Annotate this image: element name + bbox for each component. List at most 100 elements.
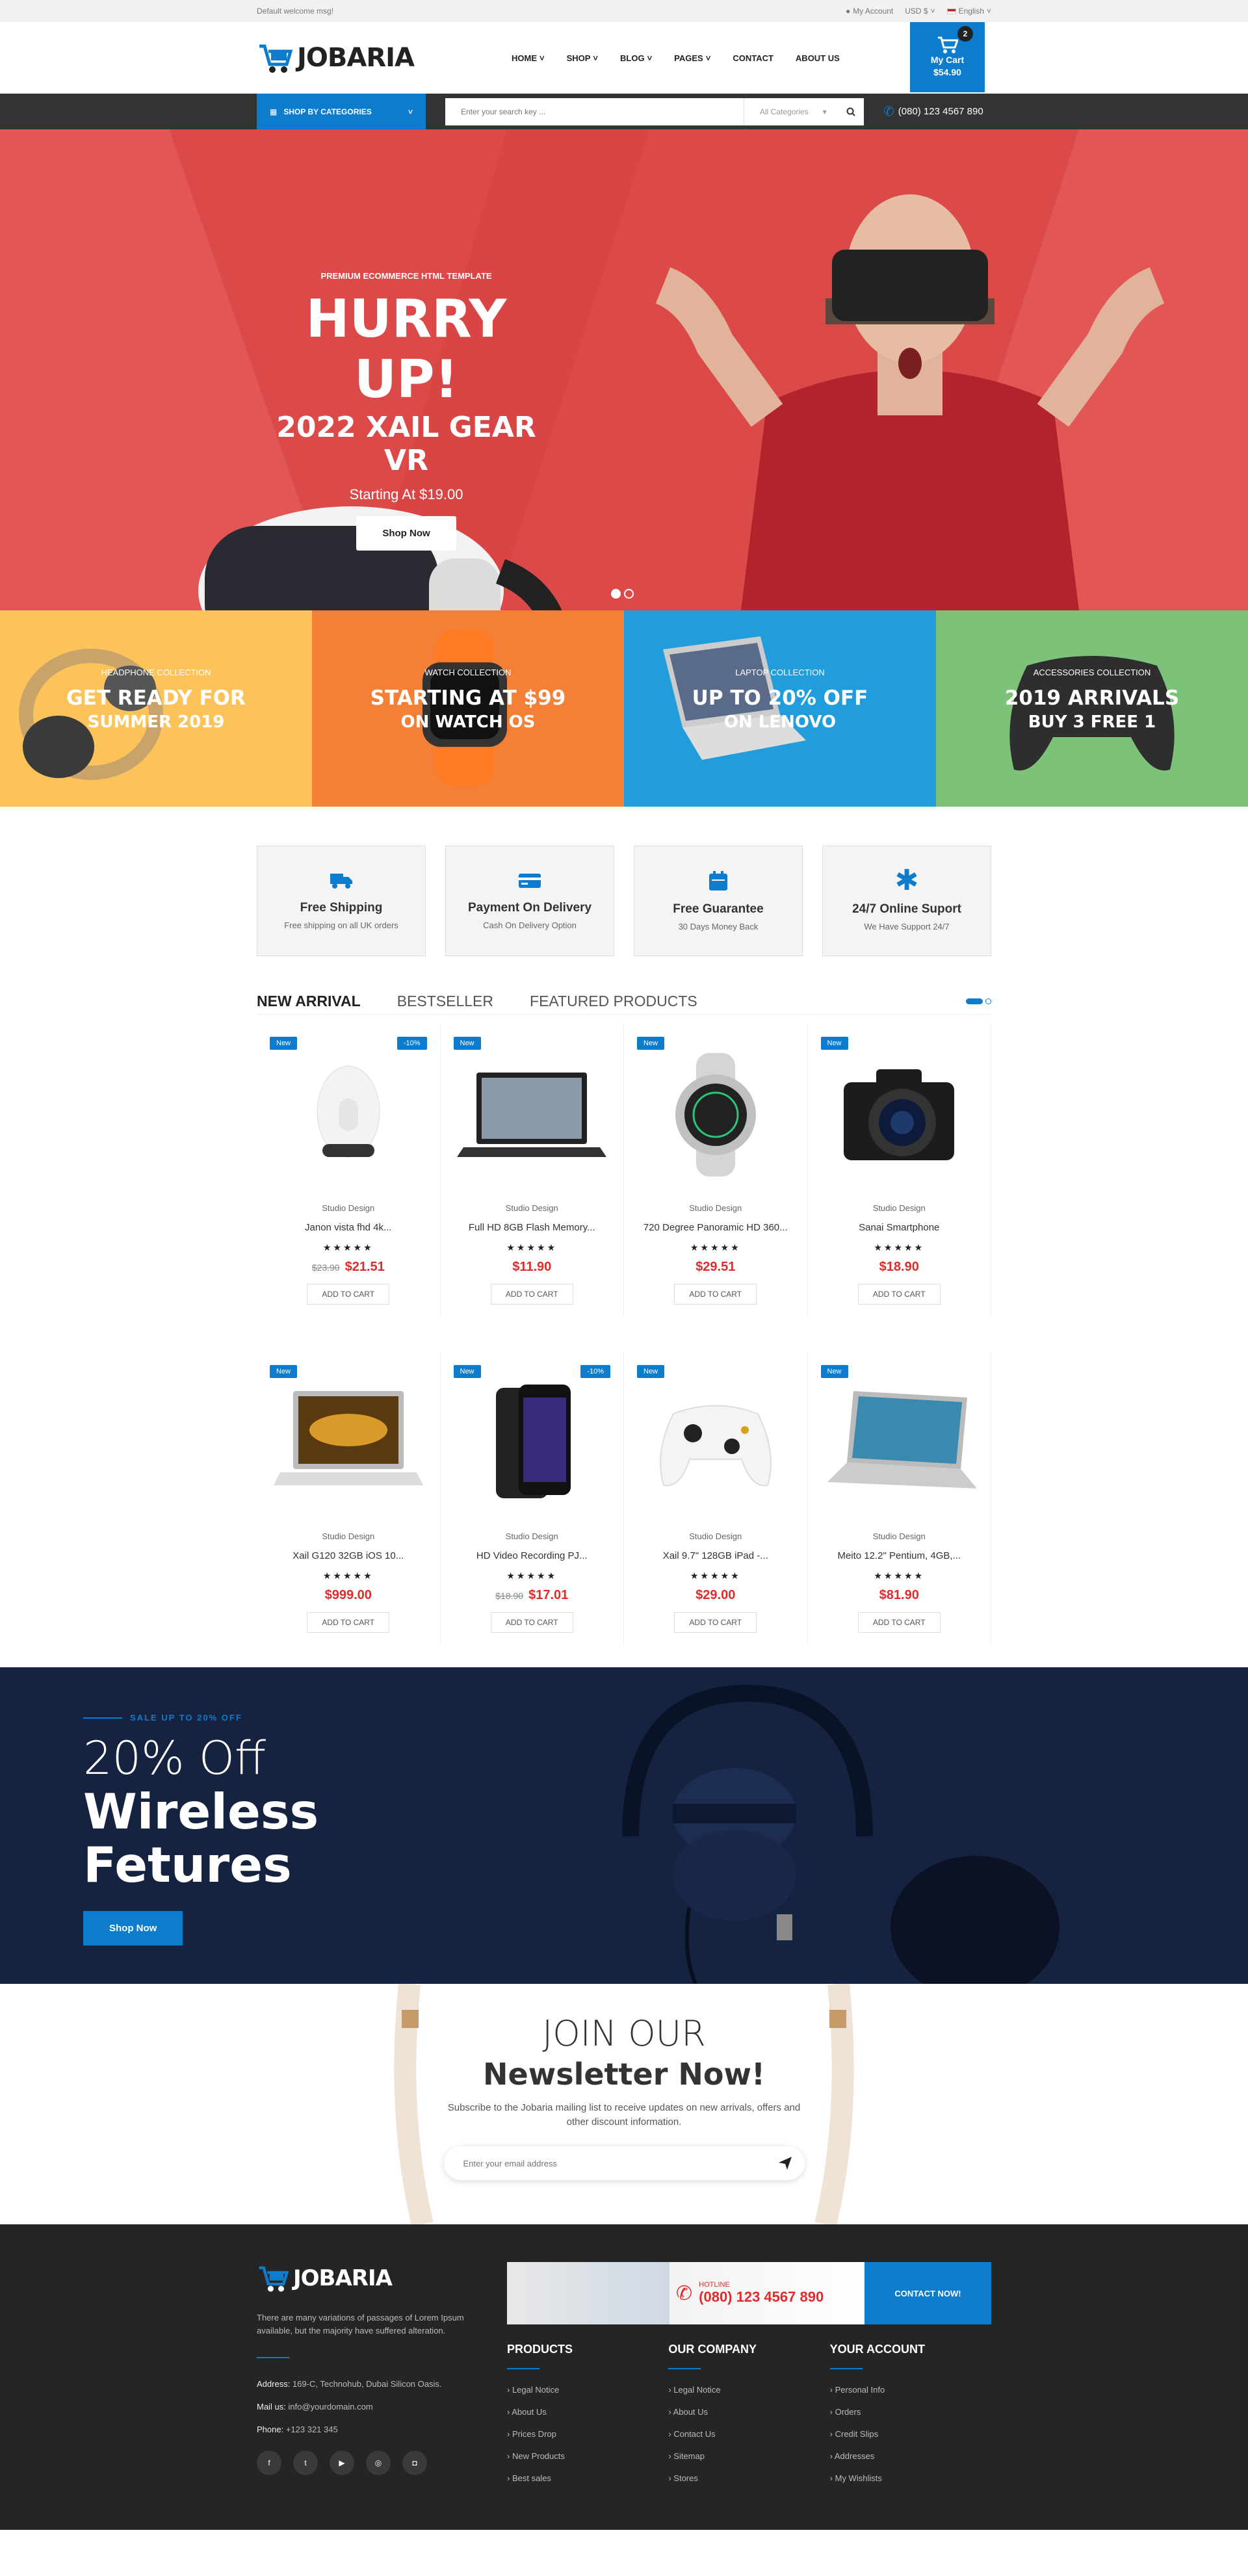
product-name[interactable]: Meito 12.2" Pentium, 4GB,... [808, 1550, 991, 1561]
promo-watch[interactable]: WATCH COLLECTION STARTING AT $99 ON WATC… [312, 610, 624, 807]
product-price: $17.01 [528, 1588, 569, 1602]
product-card[interactable]: New Studio Design 720 Degree Panoramic H… [624, 1024, 808, 1316]
footer-link[interactable]: New Products [507, 2451, 668, 2461]
promo-laptop[interactable]: LAPTOP COLLECTION UP TO 20% OFF ON LENOV… [624, 610, 936, 807]
language-select[interactable]: English ˅ [946, 7, 991, 16]
footer-link[interactable]: About Us [668, 2407, 829, 2417]
add-to-cart-button[interactable]: ADD TO CART [307, 1284, 390, 1305]
dribbble-icon[interactable]: ◎ [366, 2451, 391, 2475]
product-card[interactable]: New -10% Studio Design HD Video Recordin… [441, 1352, 624, 1645]
footer-link[interactable]: Legal Notice [507, 2385, 668, 2395]
product-rating: ★★★★★ [506, 1242, 558, 1253]
category-select[interactable]: All Categories ▾ [744, 98, 838, 125]
nav-about-us[interactable]: ABOUT US [796, 53, 840, 63]
tab-bestseller[interactable]: BESTSELLER [397, 993, 493, 1010]
email-input[interactable] [443, 2158, 766, 2168]
add-to-cart-button[interactable]: ADD TO CART [674, 1284, 757, 1305]
add-to-cart-button[interactable]: ADD TO CART [490, 1612, 573, 1633]
product-card[interactable]: New Studio Design Sanai Smartphone ★★★★★… [808, 1024, 991, 1316]
asterisk-icon: ✱ [894, 864, 919, 896]
nav-contact[interactable]: CONTACT [733, 53, 774, 63]
nav-shop[interactable]: SHOP ˅ [567, 53, 598, 63]
footer-phone: Phone: +123 321 345 [257, 2425, 338, 2434]
slider-dot[interactable] [611, 589, 621, 599]
add-to-cart-button[interactable]: ADD TO CART [674, 1612, 757, 1633]
footer-link[interactable]: About Us [507, 2407, 668, 2417]
add-to-cart-button[interactable]: ADD TO CART [490, 1284, 573, 1305]
promo-banners: HEADPHONE COLLECTION GET READY FOR SUMME… [0, 610, 1248, 807]
logo[interactable]: JOBARIA [257, 40, 415, 76]
product-card[interactable]: New Studio Design Xail 9.7" 128GB iPad -… [624, 1352, 808, 1645]
shop-by-categories-button[interactable]: ▦ SHOP BY CATEGORIES ˅ [257, 94, 426, 129]
footer-logo[interactable]: JOBARIA [257, 2262, 507, 2295]
product-rating: ★★★★★ [874, 1242, 925, 1253]
currency-select[interactable]: USD $ ˅ [905, 7, 935, 16]
add-to-cart-button[interactable]: ADD TO CART [857, 1284, 941, 1305]
subscribe-button[interactable] [766, 2157, 805, 2170]
promo-headphones[interactable]: HEADPHONE COLLECTION GET READY FOR SUMME… [0, 610, 312, 807]
footer-link[interactable]: Addresses [830, 2451, 991, 2461]
calendar-icon [709, 870, 727, 891]
contact-now-button[interactable]: CONTACT NOW! [864, 2262, 991, 2324]
twitter-icon[interactable]: t [293, 2451, 318, 2475]
nav-blog[interactable]: BLOG ˅ [620, 53, 652, 63]
phone-icon: ✆ [883, 105, 894, 119]
carousel-dot[interactable] [985, 998, 991, 1004]
product-name[interactable]: Sanai Smartphone [808, 1222, 991, 1233]
carousel-dot[interactable] [966, 998, 983, 1004]
search-button[interactable] [838, 98, 864, 125]
sale-title-line1: 20% Off [83, 1732, 266, 1785]
tab-featured-products[interactable]: FEATURED PRODUCTS [530, 993, 697, 1010]
search-input[interactable] [445, 98, 744, 125]
chevron-down-icon: ˅ [986, 7, 991, 16]
product-name[interactable]: Xail G120 32GB iOS 10... [257, 1550, 440, 1561]
product-brand: Studio Design [689, 1203, 742, 1213]
footer: JOBARIA There are many variations of pas… [0, 2224, 1248, 2530]
product-name[interactable]: Xail 9.7" 128GB iPad -... [624, 1550, 807, 1561]
divider [829, 2368, 863, 2369]
features-section: Free Shipping Free shipping on all UK or… [0, 846, 1248, 956]
footer-link[interactable]: Personal Info [830, 2385, 991, 2395]
tab-new-arrival[interactable]: NEW ARRIVAL [257, 993, 361, 1010]
product-card[interactable]: New Studio Design Full HD 8GB Flash Memo… [441, 1024, 624, 1316]
nav-pages[interactable]: PAGES ˅ [674, 53, 710, 63]
my-account-link[interactable]: ● My Account [846, 7, 893, 16]
facebook-icon[interactable]: f [257, 2451, 281, 2475]
footer-link[interactable]: Best sales [507, 2473, 668, 2483]
add-to-cart-button[interactable]: ADD TO CART [857, 1612, 941, 1633]
product-name[interactable]: HD Video Recording PJ... [441, 1550, 624, 1561]
nav-home[interactable]: HOME ˅ [512, 53, 545, 63]
promo-accessories[interactable]: ACCESSORIES COLLECTION 2019 ARRIVALS BUY… [936, 610, 1248, 807]
product-card[interactable]: New -10% Studio Design Janon vista fhd 4… [257, 1024, 441, 1316]
cart-logo-icon [259, 44, 293, 73]
truck-icon [330, 873, 352, 889]
newsletter-description: Subscribe to the Jobaria mailing list to… [447, 2102, 801, 2127]
footer-link[interactable]: Prices Drop [507, 2429, 668, 2439]
sale-kicker: SALE UP TO 20% OFF [83, 1713, 318, 1723]
product-card[interactable]: New Studio Design Meito 12.2" Pentium, 4… [808, 1352, 991, 1645]
mini-cart[interactable]: 2 My Cart $54.90 [910, 22, 985, 92]
hero-shop-now-button[interactable]: Shop Now [356, 516, 456, 551]
product-name[interactable]: Full HD 8GB Flash Memory... [441, 1222, 624, 1233]
footer-link[interactable]: My Wishlists [830, 2473, 991, 2483]
feature-box: Payment On Delivery Cash On Delivery Opt… [445, 846, 614, 956]
product-card[interactable]: New Studio Design Xail G120 32GB iOS 10.… [257, 1352, 441, 1645]
footer-link[interactable]: Legal Notice [668, 2385, 829, 2395]
cart-total: $54.90 [933, 67, 961, 77]
hero-kicker: PREMIUM ECOMMERCE HTML TEMPLATE [320, 271, 492, 281]
footer-link[interactable]: Contact Us [668, 2429, 829, 2439]
slider-dot[interactable] [624, 589, 634, 599]
footer-link[interactable]: Stores [668, 2473, 829, 2483]
product-name[interactable]: Janon vista fhd 4k... [257, 1222, 440, 1233]
send-icon [778, 2157, 792, 2170]
footer-link[interactable]: Orders [830, 2407, 991, 2417]
instagram-icon[interactable]: ◘ [402, 2451, 427, 2475]
newsletter-title-line1: JOIN OUR [542, 2013, 706, 2054]
divider [257, 2357, 289, 2358]
sale-shop-now-button[interactable]: Shop Now [83, 1911, 183, 1945]
footer-link[interactable]: Sitemap [668, 2451, 829, 2461]
product-name[interactable]: 720 Degree Panoramic HD 360... [624, 1222, 807, 1233]
add-to-cart-button[interactable]: ADD TO CART [307, 1612, 390, 1633]
footer-link[interactable]: Credit Slips [830, 2429, 991, 2439]
youtube-icon[interactable]: ▶ [330, 2451, 354, 2475]
